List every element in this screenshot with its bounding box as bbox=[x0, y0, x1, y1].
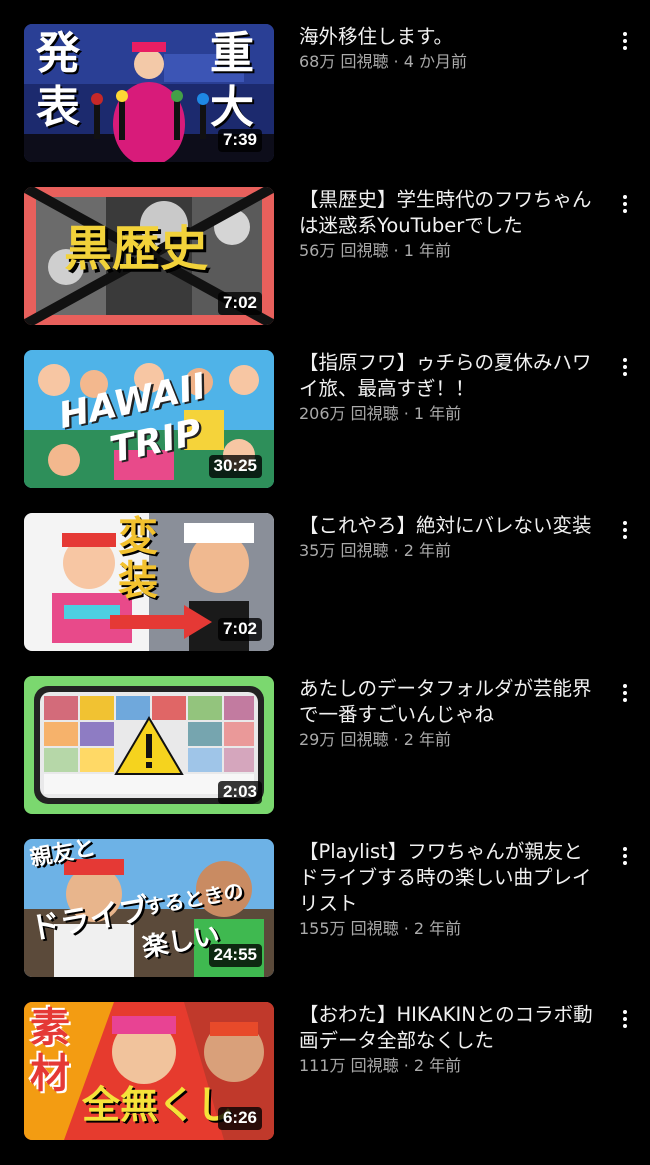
thumbnail-caption: 素 bbox=[30, 1005, 70, 1051]
view-count: 111万 回視聴 bbox=[299, 1056, 399, 1075]
upload-age: 2 年前 bbox=[413, 919, 462, 938]
video-info[interactable]: 【これやろ】絶対にバレない変装 35万 回視聴 · 2 年前 bbox=[299, 513, 599, 562]
video-item[interactable]: HAWAII TRIP 30:25 【指原フワ】ゥチらの夏休みハワイ旅、最高すぎ… bbox=[0, 350, 650, 513]
more-vert-icon[interactable] bbox=[614, 191, 636, 217]
video-thumbnail[interactable]: 親友と ドライブ するときの 楽しい 24:55 bbox=[24, 839, 274, 977]
thumbnail-caption: 発 bbox=[36, 28, 80, 79]
thumbnail-caption: 重 bbox=[210, 28, 254, 79]
more-vert-icon[interactable] bbox=[614, 517, 636, 543]
upload-age: 2 年前 bbox=[413, 1056, 462, 1075]
video-meta: 68万 回視聴 · 4 か月前 bbox=[299, 51, 599, 73]
video-title[interactable]: あたしのデータフォルダが芸能界で一番すごいんじゃね bbox=[299, 676, 599, 728]
view-count: 155万 回視聴 bbox=[299, 919, 399, 938]
upload-age: 1 年前 bbox=[413, 404, 462, 423]
duration-badge: 7:39 bbox=[217, 129, 262, 152]
meta-separator: · bbox=[398, 404, 414, 423]
duration-badge: 7:02 bbox=[217, 618, 262, 641]
duration-badge: 6:26 bbox=[217, 1107, 262, 1130]
meta-separator: · bbox=[388, 52, 404, 71]
upload-age: 1 年前 bbox=[403, 241, 451, 260]
video-thumbnail[interactable]: 2:03 bbox=[24, 676, 274, 814]
video-meta: 111万 回視聴 · 2 年前 bbox=[299, 1055, 599, 1077]
more-vert-icon[interactable] bbox=[614, 28, 636, 54]
video-thumbnail[interactable]: 変 装 7:02 bbox=[24, 513, 274, 651]
thumbnail-caption: 黒歴史 bbox=[64, 221, 209, 277]
video-title[interactable]: 海外移住します。 bbox=[299, 24, 599, 50]
video-info[interactable]: 【おわた】HIKAKINとのコラボ動画データ全部なくした 111万 回視聴 · … bbox=[299, 1002, 599, 1077]
video-item[interactable]: 変 装 7:02 【これやろ】絶対にバレない変装 35万 回視聴 · 2 年前 bbox=[0, 513, 650, 676]
video-item[interactable]: 親友と ドライブ するときの 楽しい 24:55 【Playlist】フワちゃん… bbox=[0, 839, 650, 1002]
meta-separator: · bbox=[388, 730, 404, 749]
duration-badge: 24:55 bbox=[208, 944, 262, 967]
video-item[interactable]: 発 表 重 大 7:39 海外移住します。 68万 回視聴 · 4 か月前 bbox=[0, 24, 650, 187]
video-info[interactable]: 【指原フワ】ゥチらの夏休みハワイ旅、最高すぎ！！ 206万 回視聴 · 1 年前 bbox=[299, 350, 599, 425]
video-item[interactable]: 黒歴史 7:02 【黒歴史】学生時代のフワちゃんは迷惑系YouTuberでした … bbox=[0, 187, 650, 350]
video-thumbnail[interactable]: HAWAII TRIP 30:25 bbox=[24, 350, 274, 488]
more-vert-icon[interactable] bbox=[614, 680, 636, 706]
video-meta: 56万 回視聴 · 1 年前 bbox=[299, 240, 599, 262]
duration-badge: 2:03 bbox=[217, 781, 262, 804]
meta-separator: · bbox=[398, 919, 414, 938]
view-count: 68万 回視聴 bbox=[299, 52, 389, 71]
upload-age: 2 年前 bbox=[403, 730, 451, 749]
video-title[interactable]: 【黒歴史】学生時代のフワちゃんは迷惑系YouTuberでした bbox=[299, 187, 599, 239]
video-meta: 29万 回視聴 · 2 年前 bbox=[299, 729, 599, 751]
upload-age: 2 年前 bbox=[403, 541, 451, 560]
video-info[interactable]: 海外移住します。 68万 回視聴 · 4 か月前 bbox=[299, 24, 599, 73]
video-meta: 155万 回視聴 · 2 年前 bbox=[299, 918, 599, 940]
more-vert-icon[interactable] bbox=[614, 843, 636, 869]
thumbnail-caption: 全無くし bbox=[82, 1083, 235, 1127]
video-title[interactable]: 【これやろ】絶対にバレない変装 bbox=[299, 513, 599, 539]
video-info[interactable]: 【黒歴史】学生時代のフワちゃんは迷惑系YouTuberでした 56万 回視聴 ·… bbox=[299, 187, 599, 262]
video-info[interactable]: あたしのデータフォルダが芸能界で一番すごいんじゃね 29万 回視聴 · 2 年前 bbox=[299, 676, 599, 751]
more-vert-icon[interactable] bbox=[614, 1006, 636, 1032]
video-thumbnail[interactable]: 素 材 全無くし 6:26 bbox=[24, 1002, 274, 1140]
thumbnail-caption: 変 bbox=[118, 514, 158, 560]
video-list: 発 表 重 大 7:39 海外移住します。 68万 回視聴 · 4 か月前 黒歴… bbox=[0, 24, 650, 1165]
video-meta: 206万 回視聴 · 1 年前 bbox=[299, 403, 599, 425]
video-title[interactable]: 【おわた】HIKAKINとのコラボ動画データ全部なくした bbox=[299, 1002, 599, 1054]
thumbnail-caption: 表 bbox=[36, 82, 80, 133]
duration-badge: 7:02 bbox=[217, 292, 262, 315]
video-item[interactable]: 2:03 あたしのデータフォルダが芸能界で一番すごいんじゃね 29万 回視聴 ·… bbox=[0, 676, 650, 839]
meta-separator: · bbox=[388, 541, 404, 560]
view-count: 56万 回視聴 bbox=[299, 241, 389, 260]
video-item[interactable]: 素 材 全無くし 6:26 【おわた】HIKAKINとのコラボ動画データ全部なく… bbox=[0, 1002, 650, 1165]
thumbnail-caption: 材 bbox=[30, 1051, 70, 1097]
duration-badge: 30:25 bbox=[208, 455, 262, 478]
upload-age: 4 か月前 bbox=[403, 52, 467, 71]
thumbnail-caption: 大 bbox=[210, 82, 254, 133]
video-meta: 35万 回視聴 · 2 年前 bbox=[299, 540, 599, 562]
meta-separator: · bbox=[398, 1056, 414, 1075]
video-info[interactable]: 【Playlist】フワちゃんが親友とドライブする時の楽しい曲プレイリスト 15… bbox=[299, 839, 599, 940]
view-count: 29万 回視聴 bbox=[299, 730, 389, 749]
view-count: 35万 回視聴 bbox=[299, 541, 389, 560]
video-title[interactable]: 【Playlist】フワちゃんが親友とドライブする時の楽しい曲プレイリスト bbox=[299, 839, 599, 917]
video-thumbnail[interactable]: 黒歴史 7:02 bbox=[24, 187, 274, 325]
more-vert-icon[interactable] bbox=[614, 354, 636, 380]
thumbnail-caption: 装 bbox=[118, 558, 158, 604]
view-count: 206万 回視聴 bbox=[299, 404, 399, 423]
meta-separator: · bbox=[388, 241, 404, 260]
video-thumbnail[interactable]: 発 表 重 大 7:39 bbox=[24, 24, 274, 162]
video-title[interactable]: 【指原フワ】ゥチらの夏休みハワイ旅、最高すぎ！！ bbox=[299, 350, 599, 402]
